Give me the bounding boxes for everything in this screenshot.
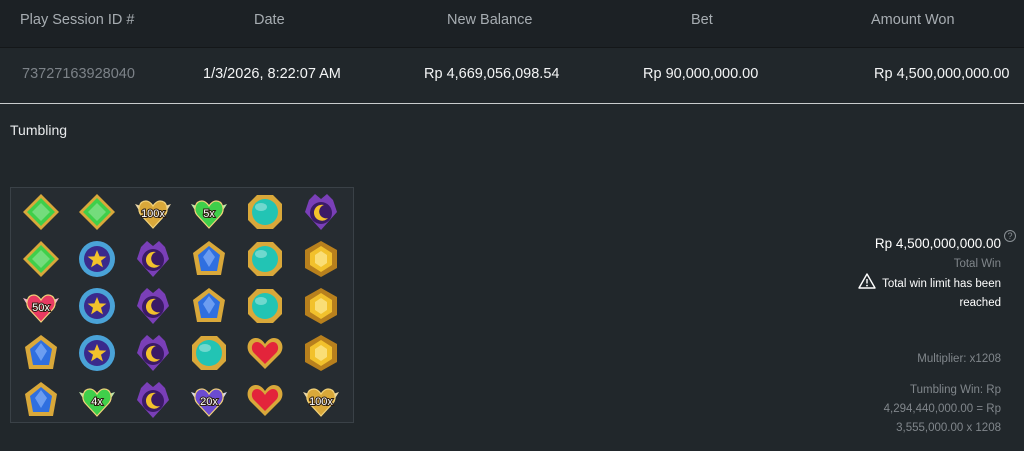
total-win-label: Total Win — [953, 258, 1001, 270]
multiplier-50x-icon: 50x — [23, 293, 59, 323]
header-play-session: Play Session ID # — [20, 12, 135, 28]
svg-text:100x: 100x — [309, 396, 333, 408]
cell-amount-won: Rp 4,500,000,000.00 — [874, 66, 1010, 82]
slot-symbol-yellow-gem — [293, 235, 349, 282]
green-gem-icon — [79, 193, 115, 230]
slot-symbol-green-gem — [13, 235, 69, 282]
blue-gem-icon — [193, 287, 225, 322]
svg-text:100x: 100x — [141, 208, 165, 220]
cell-bet: Rp 90,000,000.00 — [643, 66, 759, 82]
slot-symbol-red-heart — [237, 329, 293, 376]
star-shield-icon — [79, 334, 115, 371]
slot-symbol-multiplier-4x: 4x — [69, 376, 125, 423]
cell-play-session-id[interactable]: 73727163928040 — [22, 66, 135, 82]
teal-orb-icon — [248, 241, 282, 276]
slot-symbol-multiplier-5x: 5x — [181, 188, 237, 235]
slot-symbol-moon-crown — [125, 235, 181, 282]
svg-text:5x: 5x — [203, 208, 215, 220]
slot-symbol-teal-orb — [237, 235, 293, 282]
slot-symbol-moon-crown — [125, 282, 181, 329]
blue-gem-icon — [193, 240, 225, 275]
slot-symbol-yellow-gem — [293, 282, 349, 329]
slot-symbol-multiplier-100x: 100x — [293, 376, 349, 423]
green-gem-icon — [23, 240, 59, 277]
slot-symbol-star-shield — [69, 235, 125, 282]
yellow-gem-icon — [305, 240, 337, 277]
slot-symbol-moon-crown — [125, 376, 181, 423]
help-icon[interactable]: ? — [1004, 230, 1016, 242]
slot-symbol-moon-crown — [125, 329, 181, 376]
slot-symbol-blue-gem — [13, 376, 69, 423]
blue-gem-icon — [25, 381, 57, 416]
moon-crown-icon — [305, 193, 337, 230]
svg-text:50x: 50x — [32, 302, 50, 314]
moon-crown-icon — [137, 381, 169, 418]
table-header: Play Session ID # Date New Balance Bet A… — [0, 0, 1024, 48]
star-shield-icon — [79, 287, 115, 324]
multiplier-4x-icon: 4x — [79, 387, 115, 417]
teal-orb-icon — [192, 335, 226, 370]
slot-symbol-teal-orb — [237, 282, 293, 329]
yellow-gem-icon — [305, 287, 337, 324]
slot-symbol-green-gem — [69, 188, 125, 235]
star-shield-icon — [79, 240, 115, 277]
win-limit-message: Total win limit has been reached — [882, 278, 1001, 309]
slot-symbol-blue-gem — [181, 282, 237, 329]
header-new-balance: New Balance — [447, 12, 533, 28]
teal-orb-icon — [248, 194, 282, 229]
svg-text:20x: 20x — [200, 396, 218, 408]
moon-crown-icon — [137, 240, 169, 277]
slot-symbol-multiplier-100x: 100x — [125, 188, 181, 235]
slot-symbol-teal-orb — [237, 188, 293, 235]
table-row[interactable]: 73727163928040 1/3/2026, 8:22:07 AM Rp 4… — [0, 48, 1024, 104]
slot-symbol-multiplier-50x: 50x — [13, 282, 69, 329]
header-bet: Bet — [691, 12, 713, 28]
total-win-amount: Rp 4,500,000,000.00 — [874, 236, 1001, 251]
header-date: Date — [254, 12, 285, 28]
slot-symbol-teal-orb — [181, 329, 237, 376]
slot-symbol-moon-crown — [293, 188, 349, 235]
slot-symbol-star-shield — [69, 329, 125, 376]
slot-grid: 50x 4x 100x 5x 20x 100x — [10, 187, 354, 423]
green-gem-icon — [23, 193, 59, 230]
header-amount-won: Amount Won — [871, 12, 955, 28]
multiplier-20x-icon: 20x — [191, 387, 227, 417]
yellow-gem-icon — [305, 334, 337, 371]
teal-orb-icon — [248, 288, 282, 323]
cell-date: 1/3/2026, 8:22:07 AM — [203, 66, 341, 82]
slot-symbol-yellow-gem — [293, 329, 349, 376]
svg-text:4x: 4x — [91, 396, 103, 408]
multiplier-100x-icon: 100x — [135, 199, 171, 229]
multiplier-5x-icon: 5x — [191, 199, 227, 229]
multiplier-text: Multiplier: x1208 — [917, 353, 1001, 365]
slot-symbol-blue-gem — [181, 235, 237, 282]
multiplier-100x-icon: 100x — [303, 387, 339, 417]
red-heart-icon — [247, 337, 283, 369]
slot-symbol-star-shield — [69, 282, 125, 329]
moon-crown-icon — [137, 334, 169, 371]
red-heart-icon — [247, 384, 283, 416]
slot-symbol-red-heart — [237, 376, 293, 423]
slot-symbol-multiplier-20x: 20x — [181, 376, 237, 423]
cell-new-balance: Rp 4,669,056,098.54 — [424, 66, 560, 82]
section-title: Tumbling — [10, 122, 68, 138]
slot-symbol-blue-gem — [13, 329, 69, 376]
moon-crown-icon — [137, 287, 169, 324]
tumbling-win-text: Tumbling Win: Rp 4,294,440,000.00 = Rp 3… — [883, 384, 1001, 434]
slot-symbol-green-gem — [13, 188, 69, 235]
blue-gem-icon — [25, 334, 57, 369]
